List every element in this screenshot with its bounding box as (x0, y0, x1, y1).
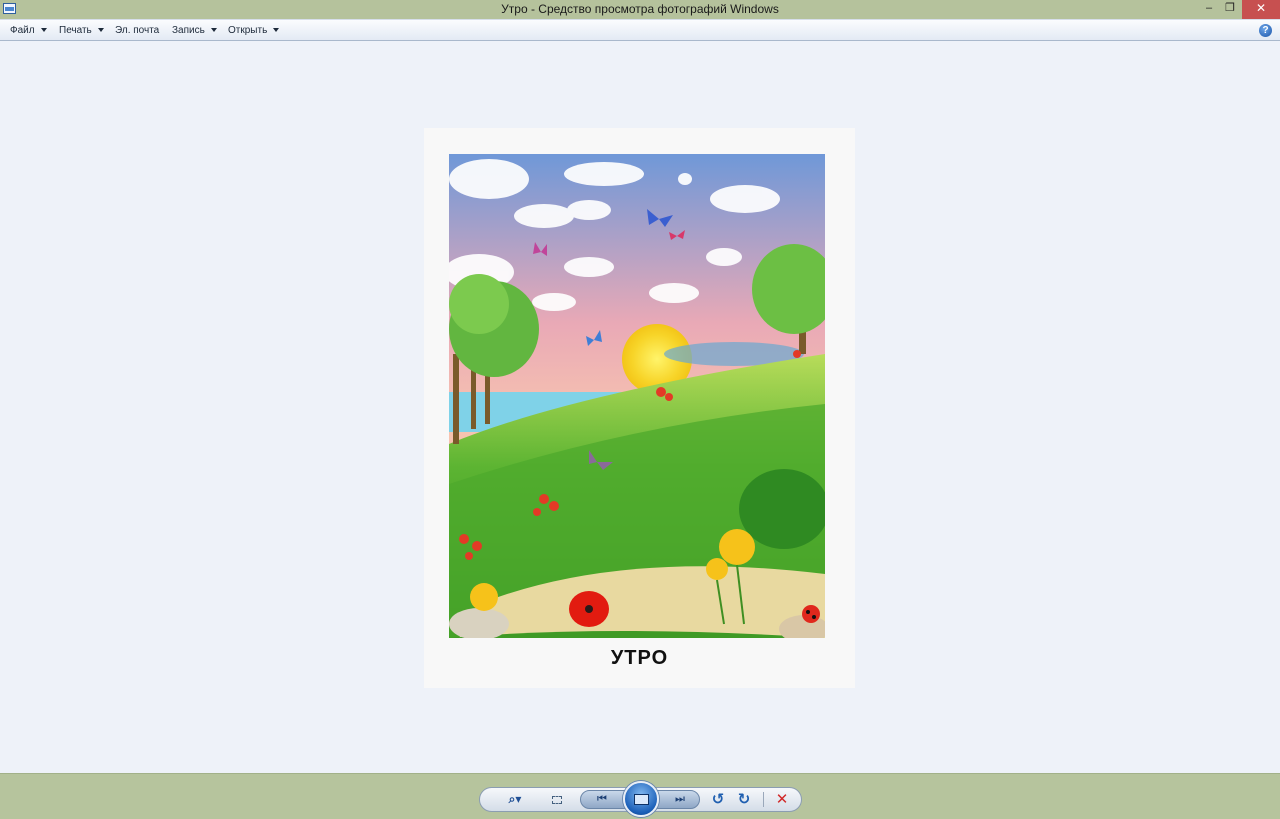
divider (763, 792, 764, 807)
menu-file-label: Файл (10, 25, 35, 36)
actual-size-icon[interactable] (548, 788, 566, 811)
rotate-clockwise-icon[interactable]: ↻ (734, 788, 754, 811)
menu-file[interactable]: Файл (10, 25, 47, 36)
menu-email-label: Эл. почта (115, 25, 160, 36)
dropdown-caret-icon (210, 28, 217, 32)
previous-icon[interactable]: ⏮ (590, 788, 614, 811)
minimize-button[interactable]: – (1200, 0, 1218, 19)
rotate-counterclockwise-icon[interactable]: ↺ (708, 788, 728, 811)
zoom-icon[interactable]: ⌕▾ (502, 788, 528, 811)
control-pill: ⌕▾ ⏮ ⏭ ↺ ↻ ✕ (479, 781, 802, 817)
restore-button[interactable]: ❐ (1221, 0, 1239, 19)
close-button[interactable]: ✕ (1242, 0, 1280, 19)
menu-print[interactable]: Печать (59, 25, 104, 36)
menu-bar: Файл Печать Эл. почта Запись Открыть ? (0, 19, 1280, 41)
menu-open[interactable]: Открыть (228, 25, 280, 36)
menu-burn-label: Запись (172, 25, 205, 36)
slideshow-button[interactable] (623, 781, 659, 817)
window-title: Утро - Средство просмотра фотографий Win… (501, 2, 779, 16)
photo-caption-text: УТРО (610, 647, 669, 669)
menu-email[interactable]: Эл. почта (115, 25, 159, 36)
slideshow-icon (634, 794, 649, 805)
next-icon[interactable]: ⏭ (668, 788, 692, 811)
delete-icon[interactable]: ✕ (772, 788, 792, 811)
morning-meadow-illustration (449, 154, 825, 638)
photo-viewport[interactable]: УТРО (0, 41, 1280, 773)
dropdown-caret-icon (97, 28, 104, 32)
dropdown-caret-icon (40, 28, 47, 32)
displayed-photo: УТРО (424, 128, 855, 688)
dropdown-caret-icon (273, 28, 280, 32)
menu-open-label: Открыть (228, 25, 268, 36)
control-bar: ⌕▾ ⏮ ⏭ ↺ ↻ ✕ (0, 773, 1280, 819)
help-icon[interactable]: ? (1259, 24, 1272, 37)
menu-print-label: Печать (59, 25, 92, 36)
menu-burn[interactable]: Запись (172, 25, 217, 36)
title-bar: Утро - Средство просмотра фотографий Win… (0, 0, 1280, 19)
